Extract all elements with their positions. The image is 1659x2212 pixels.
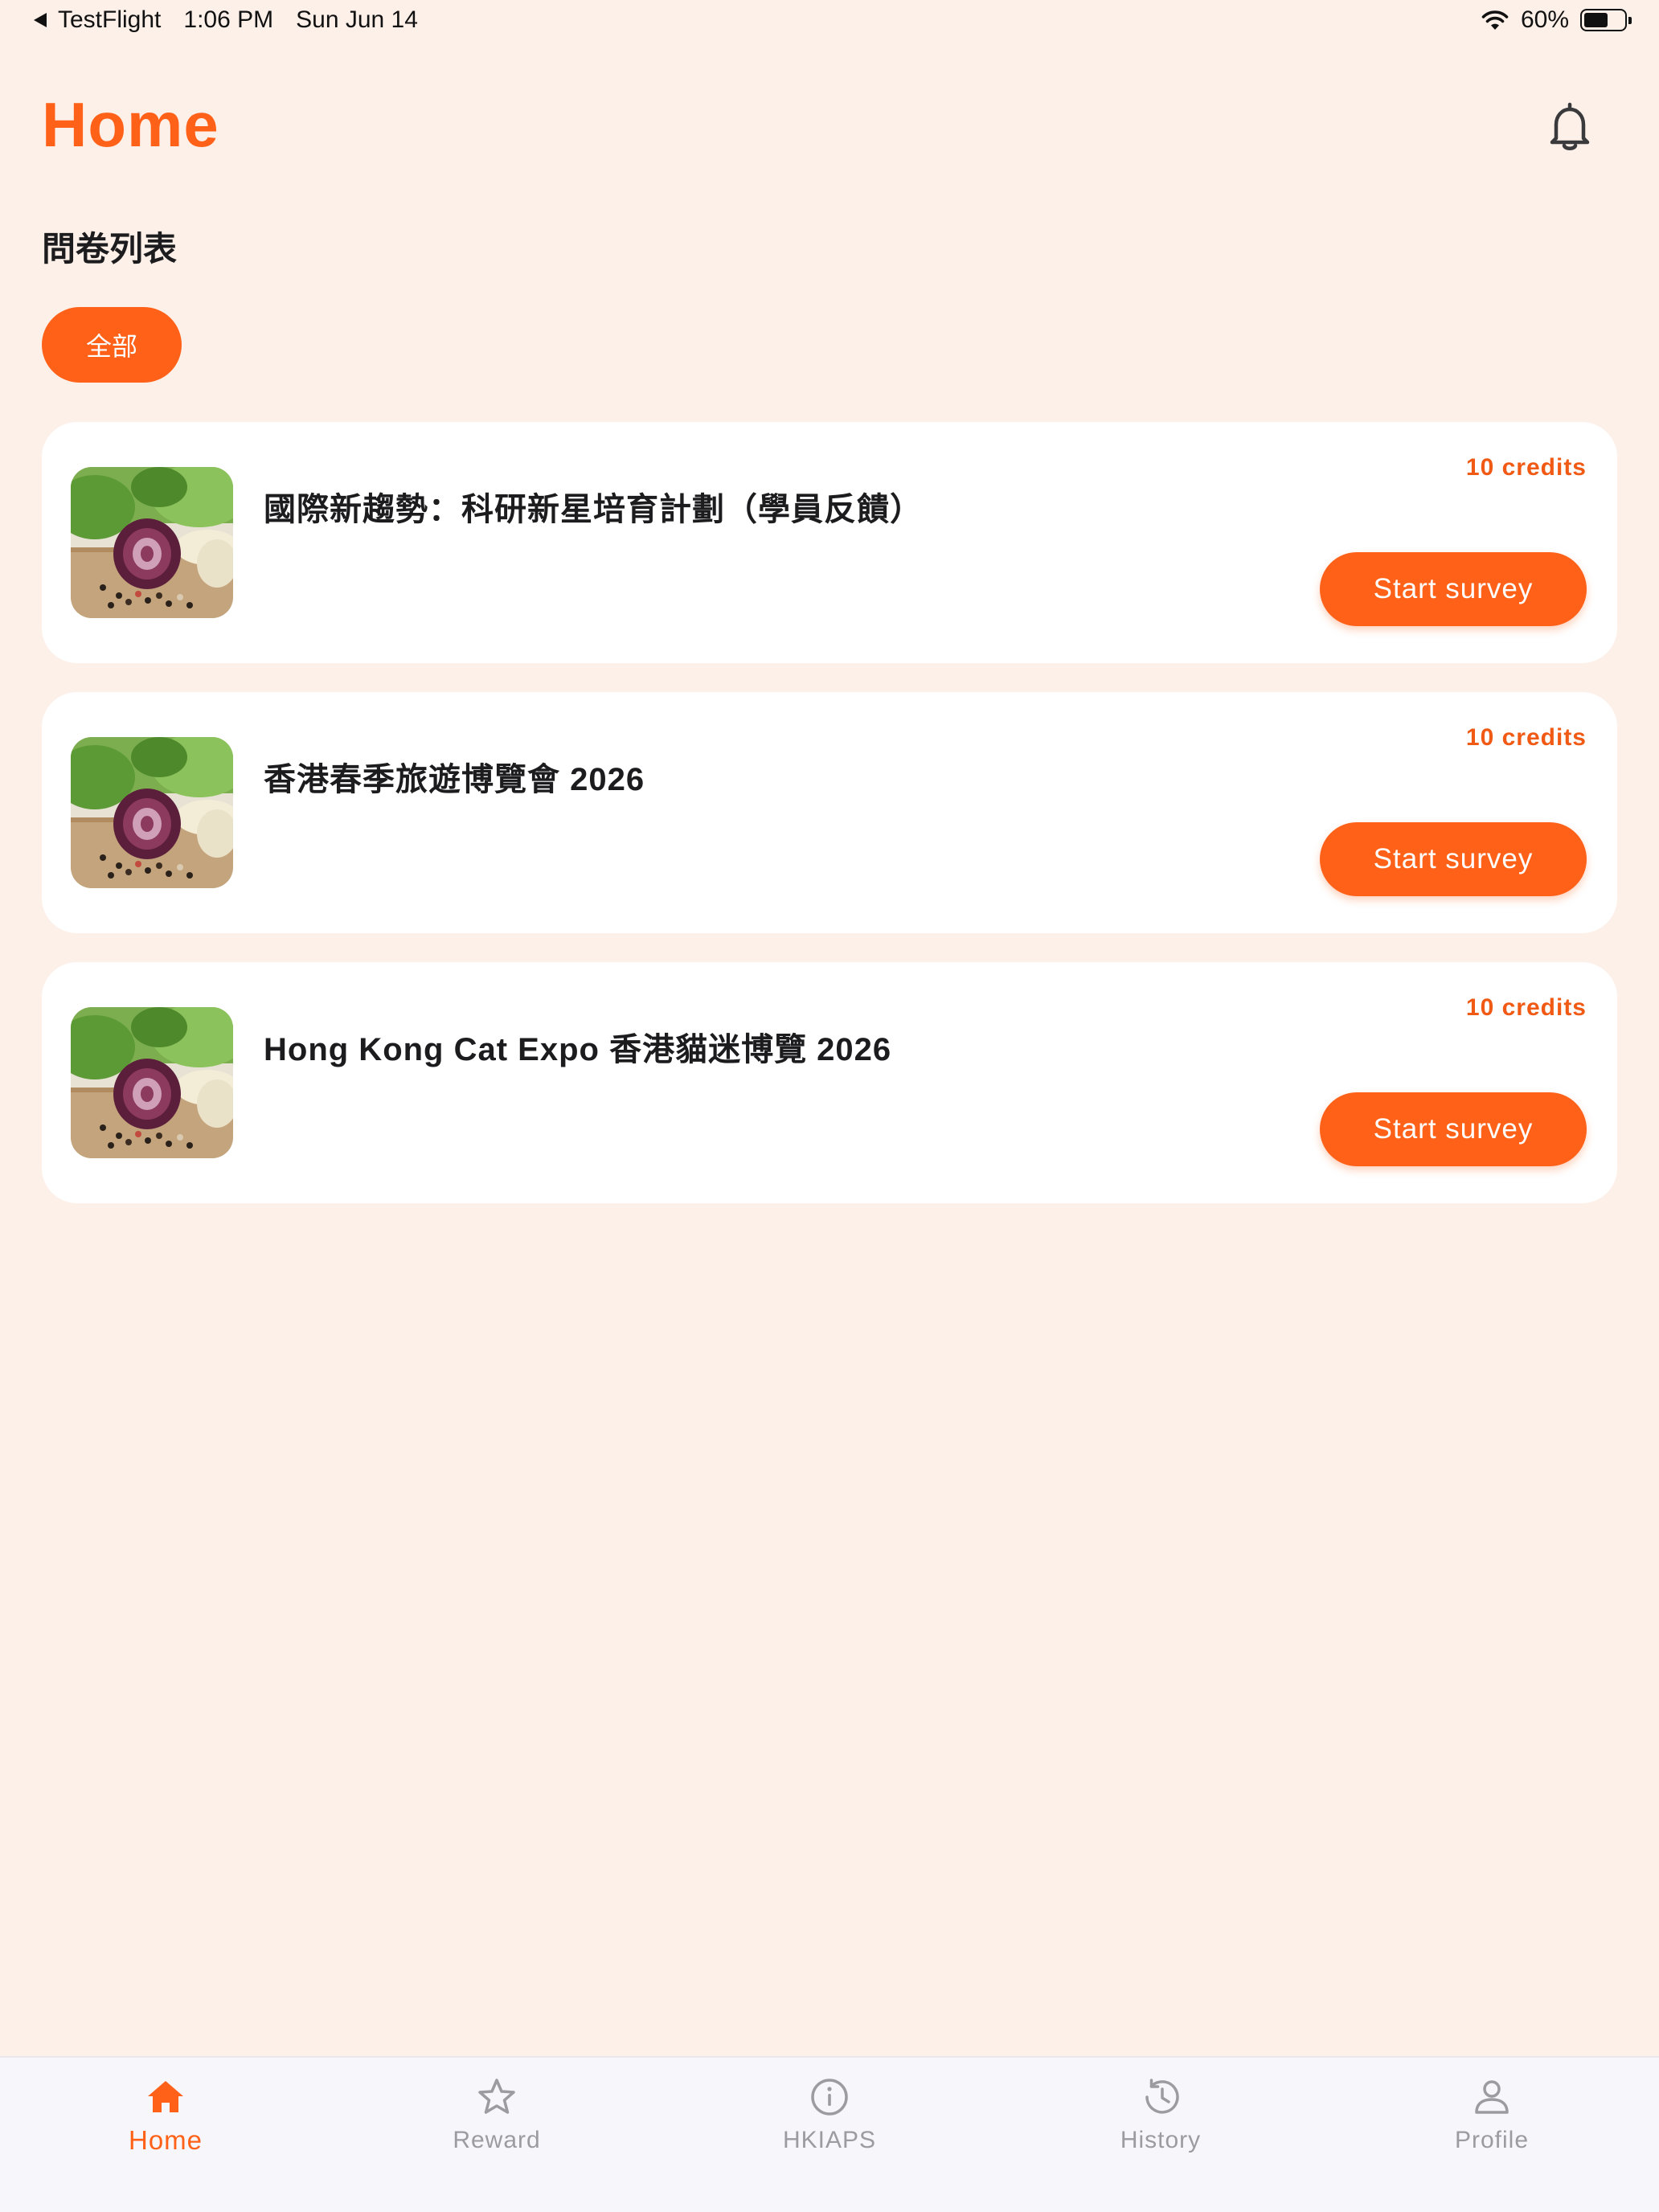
status-bar: TestFlight 1:06 PM Sun Jun 14 60% bbox=[0, 0, 1659, 45]
status-time: 1:06 PM bbox=[183, 6, 274, 33]
home-icon[interactable] bbox=[144, 2075, 187, 2119]
battery-percent: 60% bbox=[1520, 6, 1569, 33]
survey-thumbnail bbox=[71, 737, 233, 888]
credits-badge: 10 credits bbox=[1465, 994, 1587, 1021]
wifi-icon bbox=[1481, 10, 1509, 30]
home-screen: TestFlight 1:06 PM Sun Jun 14 60% Home 問… bbox=[0, 0, 1659, 2212]
filter-chip-all[interactable]: 全部 bbox=[42, 307, 182, 383]
survey-card[interactable]: 國際新趨勢：科研新星培育計劃（學員反饋） 10 credits Start su… bbox=[42, 422, 1617, 663]
person-icon[interactable] bbox=[1470, 2075, 1514, 2119]
survey-title: 國際新趨勢：科研新星培育計劃（學員反饋） bbox=[264, 492, 923, 527]
battery-level bbox=[1584, 13, 1608, 27]
credits-badge: 10 credits bbox=[1465, 724, 1587, 751]
survey-title: 香港春季旅遊博覽會 2026 bbox=[264, 762, 645, 797]
tab-bar: Home Reward HKIAPS History Profile bbox=[0, 2056, 1659, 2212]
survey-card[interactable]: Hong Kong Cat Expo 香港貓迷博覽 2026 10 credit… bbox=[42, 962, 1617, 1203]
survey-title: Hong Kong Cat Expo 香港貓迷博覽 2026 bbox=[264, 1032, 892, 1067]
status-bar-left[interactable]: TestFlight 1:06 PM Sun Jun 14 bbox=[34, 6, 418, 34]
credits-badge: 10 credits bbox=[1465, 454, 1587, 481]
tab-reward[interactable]: Reward bbox=[331, 2058, 662, 2212]
back-arrow-icon[interactable] bbox=[34, 13, 47, 27]
back-app-label[interactable]: TestFlight bbox=[58, 6, 161, 34]
status-date: Sun Jun 14 bbox=[296, 6, 418, 33]
section-title: 問卷列表 bbox=[42, 230, 178, 268]
tab-history[interactable]: History bbox=[995, 2058, 1326, 2212]
start-survey-button[interactable]: Start survey bbox=[1320, 822, 1587, 896]
survey-card[interactable]: 香港春季旅遊博覽會 2026 10 credits Start survey bbox=[42, 692, 1617, 933]
survey-thumbnail bbox=[71, 467, 233, 618]
status-bar-right: 60% bbox=[1481, 6, 1632, 34]
history-icon[interactable] bbox=[1139, 2075, 1182, 2119]
tab-label[interactable]: Home bbox=[0, 2125, 331, 2156]
info-icon[interactable] bbox=[808, 2075, 851, 2119]
start-survey-button[interactable]: Start survey bbox=[1320, 1092, 1587, 1166]
page-title: Home bbox=[42, 89, 219, 160]
battery-icon bbox=[1580, 9, 1632, 31]
tab-label[interactable]: History bbox=[995, 2127, 1326, 2154]
tab-label[interactable]: Profile bbox=[1326, 2127, 1657, 2154]
tab-home[interactable]: Home bbox=[0, 2058, 331, 2212]
bell-icon[interactable] bbox=[1545, 101, 1595, 153]
start-survey-button[interactable]: Start survey bbox=[1320, 552, 1587, 626]
tab-label[interactable]: Reward bbox=[331, 2127, 662, 2154]
tab-profile[interactable]: Profile bbox=[1326, 2058, 1657, 2212]
star-icon[interactable] bbox=[475, 2075, 518, 2119]
survey-thumbnail bbox=[71, 1007, 233, 1158]
tab-label[interactable]: HKIAPS bbox=[664, 2127, 995, 2154]
tab-hkiaps[interactable]: HKIAPS bbox=[664, 2058, 995, 2212]
